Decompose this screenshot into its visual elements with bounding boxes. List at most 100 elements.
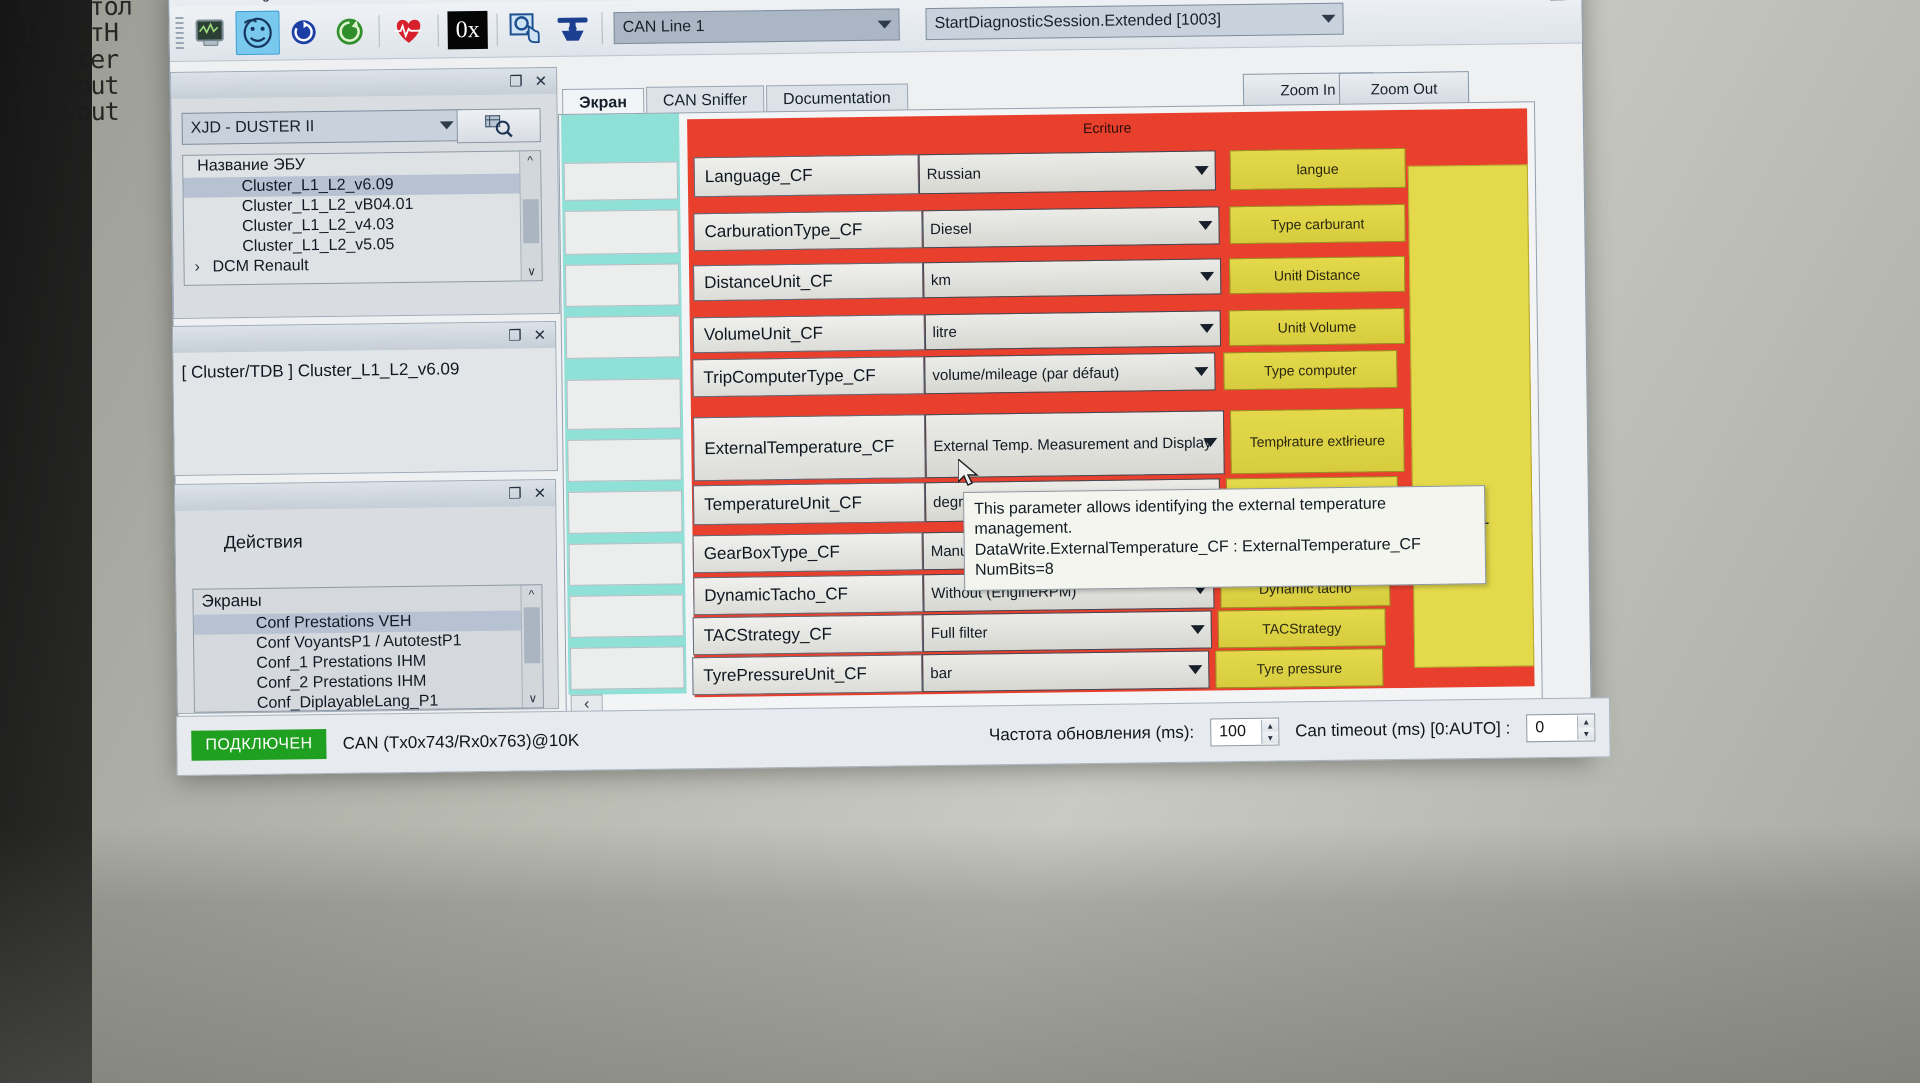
refresh-rate-stepper-buttons[interactable]: ▲ ▼ bbox=[1261, 719, 1279, 744]
heartbeat-icon[interactable] bbox=[386, 9, 431, 54]
scroll-up-icon[interactable]: ^ bbox=[520, 151, 540, 169]
actions-panel-close-icon[interactable]: ✕ bbox=[533, 484, 546, 502]
param-value: litre bbox=[932, 323, 957, 341]
refresh-green-icon[interactable] bbox=[327, 9, 372, 54]
param-value: External Temp. Measurement and Display bbox=[933, 433, 1212, 455]
param-name: CarburationType_CF bbox=[693, 210, 923, 252]
param-row-external-temperature: ExternalTemperature_CF External Temp. Me… bbox=[692, 407, 1406, 482]
param-action-button[interactable]: Type carburant bbox=[1229, 203, 1406, 245]
strip-row bbox=[564, 209, 679, 255]
search-db-icon bbox=[485, 115, 513, 138]
param-name: TACStrategy_CF bbox=[692, 614, 924, 656]
vehicle-select-value: XJD - DUSTER II bbox=[190, 118, 315, 137]
ecu-panel-body: XJD - DUSTER II Название ЭБУ Cluster_L1_… bbox=[171, 93, 560, 318]
face-diagnostic-icon[interactable] bbox=[235, 10, 280, 56]
param-value-select[interactable]: litre bbox=[924, 310, 1222, 351]
param-name: TripComputerType_CF bbox=[692, 356, 925, 398]
menu-item-plugins[interactable]: Plugins bbox=[242, 0, 288, 2]
scroll-up-icon[interactable]: ^ bbox=[521, 585, 541, 603]
ecu-list-scrollbar[interactable]: ^ ∨ bbox=[519, 151, 542, 281]
can-timeout-stepper-buttons[interactable]: ▲ ▼ bbox=[1577, 715, 1595, 740]
background-console-text: 6 4 тол 1580 тН Cluster QLayout QLayout bbox=[19, 0, 132, 127]
tdb-panel-restore-icon[interactable]: ❐ bbox=[508, 326, 522, 344]
actions-panel-title: Действия bbox=[223, 531, 303, 553]
refresh-rate-label: Частота обновления (ms): bbox=[988, 722, 1195, 745]
chevron-down-icon bbox=[1190, 625, 1205, 635]
can-line-select[interactable]: CAN Line 1 bbox=[613, 8, 900, 45]
toolbar-separator bbox=[437, 14, 439, 47]
param-action-button[interactable]: Unitł Distance bbox=[1228, 255, 1406, 295]
chevron-right-icon[interactable]: › bbox=[194, 259, 200, 277]
diagnostic-session-select[interactable]: StartDiagnosticSession.Extended [1003] bbox=[925, 2, 1344, 41]
strip-row bbox=[567, 438, 682, 482]
menu-item-tools[interactable]: Tools bbox=[183, 0, 216, 3]
actions-panel-restore-icon[interactable]: ❐ bbox=[508, 484, 522, 502]
param-value: km bbox=[930, 271, 952, 289]
ecu-panel-close-icon[interactable]: ✕ bbox=[534, 72, 547, 90]
refresh-blue-icon[interactable] bbox=[281, 10, 326, 55]
toolbar-drag-handle[interactable] bbox=[175, 16, 184, 51]
hex-mode-label: 0x bbox=[447, 10, 488, 50]
chevron-down-icon bbox=[1200, 323, 1215, 334]
strip-row bbox=[569, 594, 684, 638]
ecu-panel-restore-icon[interactable]: ❐ bbox=[509, 72, 523, 90]
ecu-list[interactable]: Название ЭБУ Cluster_L1_L2_v6.09 Cluster… bbox=[182, 150, 543, 286]
param-name: TyrePressureUnit_CF bbox=[692, 654, 923, 696]
actions-panel-body: Действия Экраны Conf Prestations VEH Con… bbox=[175, 506, 558, 713]
maximize-button[interactable]: ▭ bbox=[1548, 0, 1567, 8]
ecu-list-item-group[interactable]: › DCM Renault bbox=[184, 253, 541, 278]
param-value-select[interactable]: km bbox=[922, 258, 1222, 299]
stepper-down-icon[interactable]: ▼ bbox=[1578, 727, 1595, 740]
vehicle-select[interactable]: XJD - DUSTER II bbox=[181, 109, 462, 145]
param-name: Language_CF bbox=[693, 154, 919, 198]
can-timeout-value: 0 bbox=[1535, 719, 1545, 737]
param-value-select[interactable]: bar bbox=[922, 650, 1210, 693]
param-action-button[interactable]: TACStrategy bbox=[1217, 608, 1387, 649]
strip-row bbox=[567, 490, 683, 534]
tdb-panel-close-icon[interactable]: ✕ bbox=[533, 326, 546, 344]
can-timeout-stepper[interactable]: 0 ▲ ▼ bbox=[1526, 713, 1596, 743]
param-action-button[interactable]: Tyre pressure bbox=[1215, 648, 1384, 689]
param-action-button[interactable]: Type computer bbox=[1223, 350, 1398, 391]
param-value-select[interactable]: Russian bbox=[918, 150, 1216, 195]
toolbar-separator bbox=[601, 12, 603, 45]
mouse-cursor bbox=[958, 459, 979, 486]
stepper-up-icon[interactable]: ▲ bbox=[1262, 719, 1279, 732]
can-info-text: CAN (Tx0x743/Rx0x763)@10K bbox=[342, 730, 580, 753]
tdb-title: [ Cluster/TDB ] Cluster_L1_L2_v6.09 bbox=[181, 359, 460, 382]
param-action-button[interactable]: Tempłrature extłrieure bbox=[1229, 407, 1405, 475]
stepper-down-icon[interactable]: ▼ bbox=[1262, 731, 1279, 744]
param-value-select[interactable]: Full filter bbox=[922, 610, 1213, 653]
scroll-down-icon[interactable]: ∨ bbox=[523, 689, 543, 707]
search-db-button[interactable] bbox=[456, 108, 541, 144]
refresh-rate-stepper[interactable]: 100 ▲ ▼ bbox=[1210, 717, 1280, 747]
screens-list-item[interactable]: Conf_DiplayableLang_P1 bbox=[195, 690, 543, 713]
param-name: DistanceUnit_CF bbox=[692, 262, 924, 302]
minimize-button[interactable]: – bbox=[1512, 0, 1523, 10]
strip-row bbox=[564, 263, 680, 307]
chevron-down-icon bbox=[439, 121, 454, 130]
device-cluster-icon[interactable] bbox=[189, 11, 234, 56]
ecu-panel: ❐ ✕ XJD - DUSTER II Название ЭБУ Cluster… bbox=[170, 66, 561, 319]
hex-mode-icon[interactable]: 0x bbox=[445, 8, 490, 53]
scroll-down-icon[interactable]: ∨ bbox=[522, 262, 542, 280]
toolbar-separator bbox=[496, 13, 498, 46]
valve-connection-icon[interactable] bbox=[550, 6, 595, 51]
param-action-button[interactable]: Unitł Volume bbox=[1228, 307, 1406, 347]
param-action-button[interactable]: langue bbox=[1229, 147, 1407, 191]
toolbar-separator bbox=[378, 15, 380, 48]
ecu-list-item-label: DCM Renault bbox=[212, 257, 309, 276]
screens-list[interactable]: Экраны Conf Prestations VEH Conf Voyants… bbox=[192, 584, 544, 713]
parameter-tooltip: This parameter allows identifying the ex… bbox=[963, 485, 1487, 592]
actions-panel: ❐ ✕ Действия Экраны Conf Prestations VEH… bbox=[174, 478, 559, 714]
param-value-select[interactable]: Diesel bbox=[921, 206, 1221, 249]
select-click-icon[interactable] bbox=[504, 7, 549, 52]
scroll-thumb[interactable] bbox=[522, 199, 540, 244]
stepper-up-icon[interactable]: ▲ bbox=[1578, 715, 1595, 728]
scroll-thumb[interactable] bbox=[523, 607, 541, 664]
screens-list-scrollbar[interactable]: ^ ∨ bbox=[520, 585, 543, 708]
tooltip-line-1: This parameter allows identifying the ex… bbox=[974, 495, 1387, 539]
param-value-select[interactable]: volume/mileage (par défaut) bbox=[924, 352, 1216, 395]
connection-status-badge: ПОДКЛЮЧЕН bbox=[191, 729, 327, 761]
chevron-down-icon bbox=[1194, 367, 1209, 377]
